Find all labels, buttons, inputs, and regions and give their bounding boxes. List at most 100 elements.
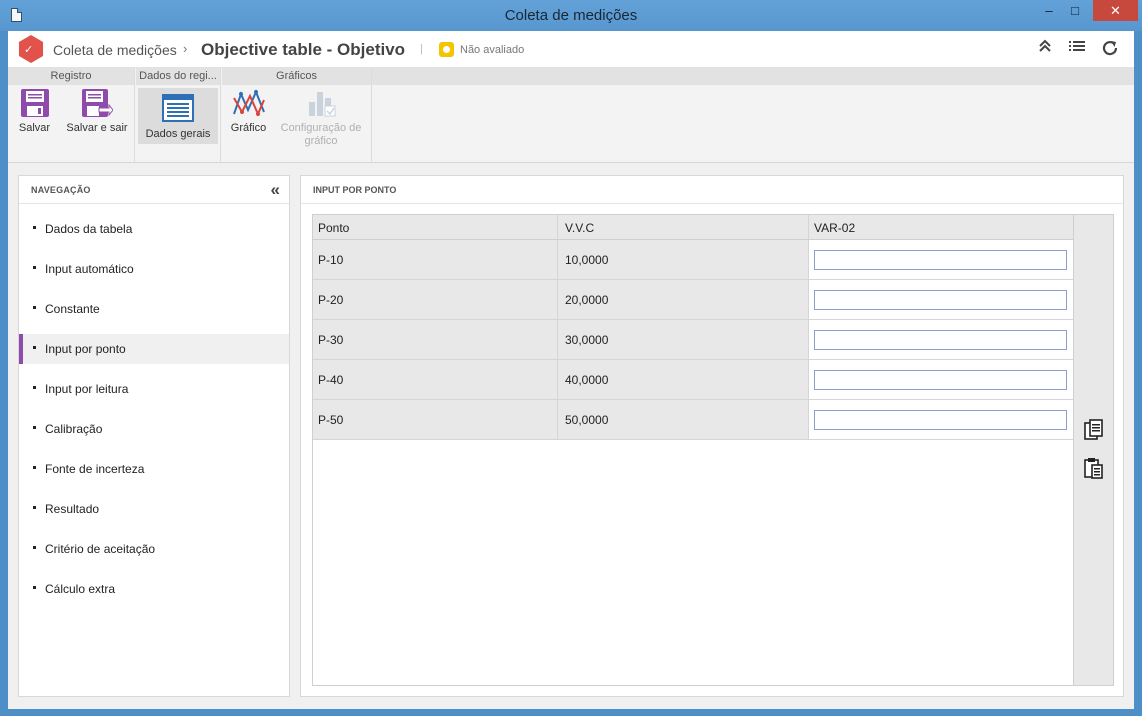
chart-config-label: Configuração de gráfico bbox=[280, 122, 362, 147]
status-label: Não avaliado bbox=[460, 44, 525, 56]
nav-item-label: Dados da tabela bbox=[45, 222, 133, 236]
ribbon-group-label: Gráficos bbox=[222, 68, 371, 85]
ribbon-toolbar: Registro Salvar Salvar e sair Dados do r… bbox=[8, 68, 1134, 163]
collapse-up-icon[interactable] bbox=[1035, 39, 1055, 59]
bullet-icon bbox=[33, 346, 36, 349]
ribbon-group-label: Dados do regi... bbox=[136, 68, 220, 85]
chart-config-button[interactable]: Configuração de gráfico bbox=[278, 88, 364, 150]
bullet-icon bbox=[33, 506, 36, 509]
table-row: P-40 40,0000 bbox=[313, 360, 1073, 400]
chart-button[interactable]: Gráfico bbox=[226, 88, 271, 134]
main-panel: INPUT POR PONTO Ponto V.V.C VAR-02 P-10 … bbox=[300, 175, 1124, 697]
cell-vvc: 10,0000 bbox=[558, 240, 809, 279]
bullet-icon bbox=[33, 226, 36, 229]
bullet-icon bbox=[33, 306, 36, 309]
table-row: P-30 30,0000 bbox=[313, 320, 1073, 360]
bullet-icon bbox=[33, 426, 36, 429]
cell-var02 bbox=[809, 400, 1073, 439]
column-header-ponto[interactable]: Ponto bbox=[313, 215, 558, 239]
status-icon bbox=[439, 42, 454, 57]
main-panel-header: INPUT POR PONTO bbox=[301, 176, 1123, 204]
nav-item-input-por-ponto[interactable]: Input por ponto bbox=[19, 334, 289, 364]
nav-item-label: Calibração bbox=[45, 422, 103, 436]
nav-item-label: Input por ponto bbox=[45, 342, 126, 356]
nav-item-input-automatico[interactable]: Input automático bbox=[19, 254, 289, 284]
var02-input[interactable] bbox=[814, 290, 1067, 310]
page-title: Objective table - Objetivo bbox=[201, 40, 406, 59]
ribbon-group-graficos: Gráficos Gráfico Configuração de gráfico bbox=[222, 68, 372, 163]
cell-ponto: P-20 bbox=[313, 280, 558, 319]
general-data-button[interactable]: Dados gerais bbox=[138, 88, 218, 144]
main-panel-title: INPUT POR PONTO bbox=[313, 185, 397, 195]
paste-icon[interactable] bbox=[1084, 457, 1104, 479]
table-header-row: Ponto V.V.C VAR-02 bbox=[313, 215, 1073, 240]
nav-item-constante[interactable]: Constante bbox=[19, 294, 289, 324]
bar-chart-settings-icon bbox=[278, 88, 364, 118]
nav-item-criterio-de-aceitacao[interactable]: Critério de aceitação bbox=[19, 534, 289, 564]
nav-item-dados-da-tabela[interactable]: Dados da tabela bbox=[19, 214, 289, 244]
cell-ponto: P-30 bbox=[313, 320, 558, 359]
nav-item-calculo-extra[interactable]: Cálculo extra bbox=[19, 574, 289, 604]
breadcrumb-chevron-icon: › bbox=[183, 41, 188, 56]
cell-var02 bbox=[809, 240, 1073, 279]
nav-item-label: Input por leitura bbox=[45, 382, 129, 396]
nav-item-label: Critério de aceitação bbox=[45, 542, 156, 556]
ribbon-group-dados: Dados do regi... Dados gerais bbox=[136, 68, 221, 163]
cell-vvc: 30,0000 bbox=[558, 320, 809, 359]
close-button[interactable]: ✕ bbox=[1093, 0, 1138, 21]
bullet-icon bbox=[33, 586, 36, 589]
var02-input[interactable] bbox=[814, 250, 1067, 270]
grid-side-toolbar bbox=[1073, 215, 1113, 685]
cell-var02 bbox=[809, 320, 1073, 359]
bullet-icon bbox=[33, 266, 36, 269]
window-titlebar: Coleta de medições – □ ✕ bbox=[0, 0, 1142, 31]
navigation-panel: NAVEGAÇÃO « Dados da tabela Input automá… bbox=[18, 175, 290, 697]
column-header-var02[interactable]: VAR-02 bbox=[809, 215, 1073, 239]
form-icon bbox=[138, 94, 218, 124]
refresh-icon[interactable] bbox=[1100, 39, 1120, 59]
app-header: ✓ Coleta de medições › Objective table -… bbox=[8, 31, 1134, 68]
nav-item-label: Resultado bbox=[45, 502, 100, 516]
table-row: P-50 50,0000 bbox=[313, 400, 1073, 440]
app-logo-icon: ✓ bbox=[18, 35, 44, 63]
cell-ponto: P-40 bbox=[313, 360, 558, 399]
cell-ponto: P-50 bbox=[313, 400, 558, 439]
copy-icon[interactable] bbox=[1084, 419, 1104, 441]
maximize-button[interactable]: □ bbox=[1062, 0, 1088, 21]
save-exit-label: Salvar e sair bbox=[66, 122, 128, 134]
data-grid: Ponto V.V.C VAR-02 P-10 10,0000 P-20 20,… bbox=[312, 214, 1114, 686]
save-label: Salvar bbox=[18, 122, 51, 134]
cell-var02 bbox=[809, 280, 1073, 319]
nav-item-fonte-de-incerteza[interactable]: Fonte de incerteza bbox=[19, 454, 289, 484]
list-icon[interactable] bbox=[1067, 39, 1087, 59]
ribbon-group-registro: Registro Salvar Salvar e sair bbox=[8, 68, 135, 163]
floppy-disk-icon bbox=[12, 88, 57, 118]
column-header-vvc[interactable]: V.V.C bbox=[558, 215, 809, 239]
bullet-icon bbox=[33, 546, 36, 549]
header-separator: | bbox=[420, 43, 423, 55]
nav-item-label: Fonte de incerteza bbox=[45, 462, 145, 476]
nav-item-resultado[interactable]: Resultado bbox=[19, 494, 289, 524]
var02-input[interactable] bbox=[814, 410, 1067, 430]
save-exit-button[interactable]: Salvar e sair bbox=[62, 88, 132, 134]
ribbon-header-fill bbox=[372, 68, 1134, 85]
breadcrumb-parent[interactable]: Coleta de medições bbox=[53, 42, 177, 58]
cell-vvc: 20,0000 bbox=[558, 280, 809, 319]
nav-item-calibracao[interactable]: Calibração bbox=[19, 414, 289, 444]
nav-item-input-por-leitura[interactable]: Input por leitura bbox=[19, 374, 289, 404]
table-row: P-20 20,0000 bbox=[313, 280, 1073, 320]
nav-item-label: Input automático bbox=[45, 262, 134, 276]
table-row: P-10 10,0000 bbox=[313, 240, 1073, 280]
cell-var02 bbox=[809, 360, 1073, 399]
minimize-button[interactable]: – bbox=[1036, 0, 1062, 21]
general-data-label: Dados gerais bbox=[145, 128, 211, 140]
var02-input[interactable] bbox=[814, 370, 1067, 390]
cell-vvc: 40,0000 bbox=[558, 360, 809, 399]
save-button[interactable]: Salvar bbox=[12, 88, 57, 134]
var02-input[interactable] bbox=[814, 330, 1067, 350]
nav-item-label: Cálculo extra bbox=[45, 582, 116, 596]
cell-ponto: P-10 bbox=[313, 240, 558, 279]
nav-item-label: Constante bbox=[45, 302, 100, 316]
collapse-panel-icon[interactable]: « bbox=[271, 180, 281, 200]
navigation-header: NAVEGAÇÃO « bbox=[19, 176, 289, 204]
